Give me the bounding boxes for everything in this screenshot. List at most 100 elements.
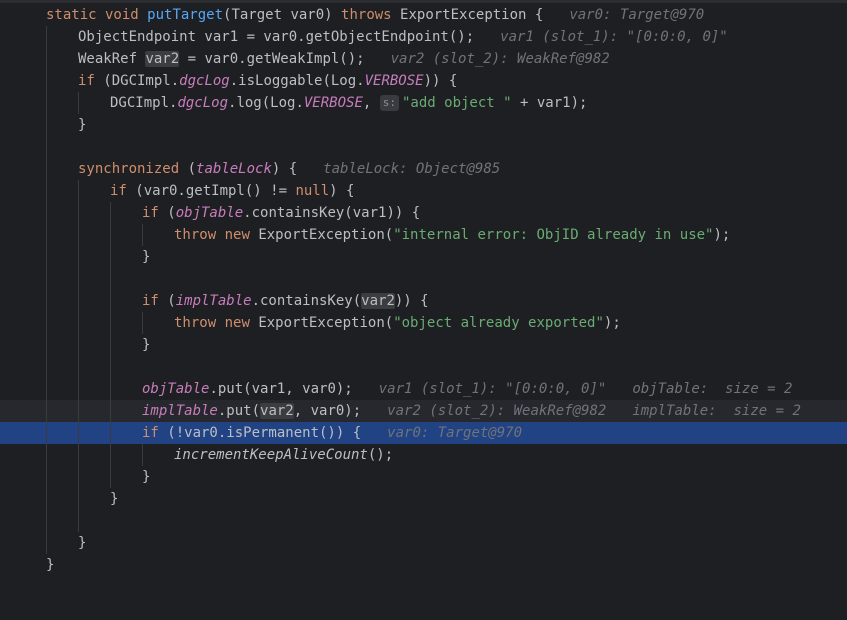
code-line[interactable]: if (var0.getImpl() != null) {	[0, 180, 847, 202]
code-line[interactable]: if (implTable.containsKey(var2)) {	[0, 290, 847, 312]
code-token: DGCImpl.	[110, 95, 178, 111]
code-token: (DGCImpl.	[94, 73, 180, 89]
code-line[interactable]: }	[0, 532, 847, 554]
keyword: if	[142, 205, 159, 221]
code-text: if (objTable.containsKey(var1)) {	[142, 202, 420, 224]
code-text: if (DGCImpl.dgcLog.isLoggable(Log.VERBOS…	[78, 70, 457, 92]
field: tableLock	[196, 161, 272, 177]
code-token: , var0);	[293, 403, 362, 419]
code-line[interactable]	[0, 268, 847, 290]
keyword: new	[224, 227, 250, 243]
debug-inline-value[interactable]: var2 (slot_2): WeakRef@982	[387, 403, 606, 419]
code-token: );	[603, 315, 621, 331]
field: implTable	[175, 293, 252, 309]
debug-inline-value[interactable]: var0: Target@970	[569, 7, 704, 23]
code-line[interactable]: throw new ExportException("object alread…	[0, 312, 847, 334]
code-token: ExportException {	[391, 7, 544, 23]
method-name: putTarget	[147, 7, 224, 23]
code-line[interactable]: }	[0, 488, 847, 510]
method-call: incrementKeepAliveCount	[174, 447, 368, 463]
code-line[interactable]: }	[0, 114, 847, 136]
code-token: + var1);	[511, 95, 588, 111]
code-line[interactable]: if (DGCImpl.dgcLog.isLoggable(Log.VERBOS…	[0, 70, 847, 92]
code-text: WeakRef var2 = var0.getWeakImpl(); var2 (…	[78, 48, 610, 70]
closing-brace: }	[110, 491, 119, 507]
keyword: throw	[174, 315, 217, 331]
code-editor[interactable]: static void putTarget(Target var0) throw…	[0, 4, 847, 576]
code-token: )) {	[394, 293, 429, 309]
code-line[interactable]: incrementKeepAliveCount();	[0, 444, 847, 466]
debug-inline-value[interactable]: implTable: size = 2	[632, 403, 801, 419]
field: objTable	[142, 381, 210, 397]
code-token: ();	[367, 447, 394, 463]
code-line[interactable]: }	[0, 466, 847, 488]
string-literal: "object already exported"	[393, 315, 604, 331]
static-field: VERBOSE	[364, 73, 424, 89]
code-text: throw new ExportException("object alread…	[174, 312, 621, 334]
code-token: .isLoggable(Log.	[229, 73, 365, 89]
code-line[interactable]: objTable.put(var1, var0); var1 (slot_1): …	[0, 378, 847, 400]
execution-point-line[interactable]: if (!var0.isPermanent()) { var0: Target@9…	[0, 422, 847, 444]
keyword: static void	[46, 7, 148, 23]
keyword: if	[142, 425, 159, 441]
debug-inline-value[interactable]: objTable: size = 2	[632, 381, 792, 397]
code-text: }	[78, 114, 86, 136]
code-line[interactable]: }	[0, 554, 847, 576]
closing-brace: }	[46, 557, 55, 573]
code-token: .put(var1, var0);	[209, 381, 353, 397]
code-token: .containsKey(var1)) {	[243, 205, 421, 221]
debug-inline-value[interactable]: var1 (slot_1): "[0:0:0, 0]"	[500, 29, 728, 45]
code-text: }	[142, 466, 150, 488]
code-line[interactable]: WeakRef var2 = var0.getWeakImpl(); var2 (…	[0, 48, 847, 70]
code-token: .put(	[217, 403, 261, 419]
code-token: (!var0.isPermanent()) {	[158, 425, 362, 441]
code-text: objTable.put(var1, var0); var1 (slot_1): …	[142, 378, 792, 400]
field: implTable	[142, 403, 218, 419]
code-token: (	[158, 205, 176, 221]
code-text: ObjectEndpoint var1 = var0.getObjectEndp…	[78, 26, 728, 48]
debug-inline-value[interactable]: var0: Target@970	[387, 425, 522, 441]
editor-top-border	[0, 0, 847, 3]
code-text: }	[142, 246, 150, 268]
closing-brace: }	[142, 249, 151, 265]
keyword: new	[224, 315, 250, 331]
code-token: = var0.getWeakImpl();	[179, 51, 365, 67]
code-line[interactable]: implTable.put(var2, var0); var2 (slot_2):…	[0, 400, 847, 422]
code-text: if (var0.getImpl() != null) {	[110, 180, 354, 202]
keyword: null	[295, 183, 330, 199]
code-line[interactable]	[0, 356, 847, 378]
code-text: throw new ExportException("internal erro…	[174, 224, 730, 246]
field: objTable	[175, 205, 244, 221]
keyword: if	[110, 183, 127, 199]
code-line[interactable]: synchronized (tableLock) {tableLock: Obj…	[0, 158, 847, 180]
debug-inline-value[interactable]: var2 (slot_2): WeakRef@982	[391, 51, 610, 67]
static-field: dgcLog	[177, 95, 229, 111]
code-text: }	[110, 488, 118, 510]
code-token: (	[158, 293, 176, 309]
code-line[interactable]: throw new ExportException("internal erro…	[0, 224, 847, 246]
keyword: throws	[341, 7, 392, 23]
code-line[interactable]: DGCImpl.dgcLog.log(Log.VERBOSE, s: "add o…	[0, 92, 847, 114]
code-line[interactable]: }	[0, 334, 847, 356]
variable-highlight: var2	[145, 51, 180, 67]
static-field: dgcLog	[179, 73, 230, 89]
code-text: }	[46, 554, 54, 576]
code-token: )) {	[423, 73, 458, 89]
code-token: .containsKey(	[251, 293, 362, 309]
code-token: ExportException(	[249, 227, 394, 243]
variable-highlight: var2	[260, 403, 294, 419]
debug-inline-value[interactable]: tableLock: Object@985	[323, 161, 500, 177]
code-token: );	[713, 227, 731, 243]
closing-brace: }	[78, 117, 87, 133]
code-line[interactable]: static void putTarget(Target var0) throw…	[0, 4, 847, 26]
code-token: ) {	[271, 161, 298, 177]
code-line[interactable]: }	[0, 246, 847, 268]
code-token: ObjectEndpoint var1 = var0.getObjectEndp…	[78, 29, 475, 45]
code-line[interactable]: if (objTable.containsKey(var1)) {	[0, 202, 847, 224]
debug-inline-value[interactable]: var1 (slot_1): "[0:0:0, 0]"	[379, 381, 607, 397]
code-line[interactable]: ObjectEndpoint var1 = var0.getObjectEndp…	[0, 26, 847, 48]
code-line[interactable]	[0, 510, 847, 532]
code-token: ExportException(	[249, 315, 394, 331]
code-line[interactable]	[0, 136, 847, 158]
code-text: }	[78, 532, 86, 554]
